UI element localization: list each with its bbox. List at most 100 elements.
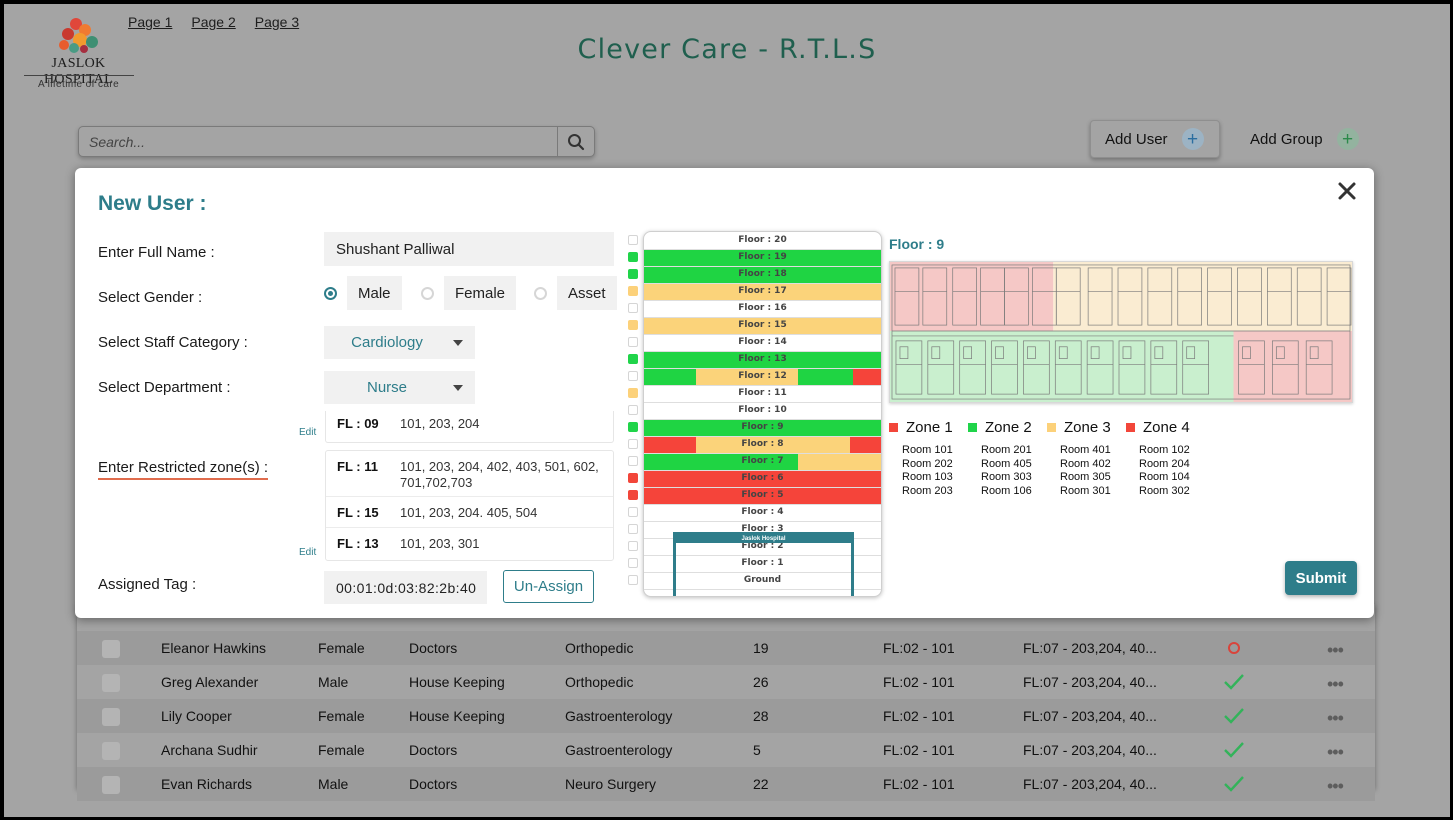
cell-loc: FL:02 - 101	[883, 640, 955, 656]
floor-checkbox[interactable]	[628, 575, 638, 585]
zone-entry-first: FL : 09 101, 203, 204	[325, 411, 614, 443]
table-row[interactable]: Greg Alexander Male House Keeping Orthopedi…	[77, 665, 1375, 699]
floor-label: Floor : 16	[738, 303, 787, 313]
cell-loc: FL:02 - 101	[883, 708, 955, 724]
floor-row[interactable]: Floor : 15	[644, 318, 881, 335]
edit-zone-link[interactable]: Edit	[299, 427, 316, 438]
row-checkbox[interactable]	[102, 742, 120, 760]
nav-page-1[interactable]: Page 1	[128, 14, 172, 30]
unassign-button[interactable]: Un-Assign	[503, 570, 594, 603]
zone-1-legend: Zone 1	[889, 419, 953, 436]
floor-checkbox[interactable]	[628, 371, 638, 381]
floor-checkbox[interactable]	[628, 524, 638, 534]
floor-row[interactable]: Floor : 9	[644, 420, 881, 437]
building-entrance: Jaslok Hospital	[673, 532, 854, 596]
room-item: Room 305	[1060, 471, 1111, 483]
cell-gender: Female	[318, 742, 365, 758]
gender-option-asset[interactable]: Asset	[534, 276, 617, 310]
more-options-icon[interactable]: •••	[1327, 640, 1344, 661]
radio-icon[interactable]	[534, 286, 547, 300]
floor-checkbox[interactable]	[628, 507, 638, 517]
checkmark-icon	[1224, 776, 1244, 792]
department-select[interactable]: Nurse	[324, 371, 475, 404]
floor-checkbox[interactable]	[628, 439, 638, 449]
floor-row[interactable]: Floor : 18	[644, 267, 881, 284]
floor-checkbox[interactable]	[628, 473, 638, 483]
floor-checkbox[interactable]	[628, 405, 638, 415]
floor-row[interactable]: Floor : 20	[644, 233, 881, 250]
floor-checkbox[interactable]	[628, 490, 638, 500]
radio-icon[interactable]	[421, 286, 434, 300]
floor-row[interactable]: Floor : 8	[644, 437, 881, 454]
floor-row[interactable]: Floor : 14	[644, 335, 881, 352]
users-table: Eleanor Hawkins Female Doctors Orthopedic 19…	[77, 604, 1375, 801]
floor-row[interactable]: Floor : 7	[644, 454, 881, 471]
more-options-icon[interactable]: •••	[1327, 742, 1344, 763]
search-button[interactable]	[557, 127, 594, 156]
more-options-icon[interactable]: •••	[1327, 776, 1344, 797]
floor-checkbox[interactable]	[628, 269, 638, 279]
row-checkbox[interactable]	[102, 640, 120, 658]
floor-row[interactable]: Floor : 19	[644, 250, 881, 267]
row-checkbox[interactable]	[102, 776, 120, 794]
zone-row: FL : 15 101, 203, 204. 405, 504	[326, 497, 613, 528]
more-options-icon[interactable]: •••	[1327, 674, 1344, 695]
floor-checkbox[interactable]	[628, 235, 638, 245]
add-user-button[interactable]: Add User +	[1090, 120, 1220, 158]
gender-option-male[interactable]: Male	[324, 276, 402, 310]
staff-category-select[interactable]: Cardiology	[324, 326, 475, 359]
search-input[interactable]	[79, 127, 557, 156]
table-row[interactable]: Eleanor Hawkins Female Doctors Orthopedic 19…	[77, 631, 1375, 665]
edit-zone-link[interactable]: Edit	[299, 547, 316, 558]
gender-label: Select Gender :	[98, 289, 203, 306]
table-row[interactable]: Archana Sudhir Female Doctors Gastroenterol…	[77, 733, 1375, 767]
floor-checkbox[interactable]	[628, 252, 638, 262]
zone-3-legend: Zone 3	[1047, 419, 1111, 436]
floor-checkbox[interactable]	[628, 286, 638, 296]
floor-checkbox[interactable]	[628, 422, 638, 432]
new-user-modal: New User : Enter Full Name : Select Gend…	[75, 168, 1374, 618]
floor-row[interactable]: Floor : 16	[644, 301, 881, 318]
cell-dept: Gastroenterology	[565, 708, 673, 724]
room-item: Room 101	[902, 444, 953, 456]
floor-label: Floor : 15	[738, 320, 787, 330]
gender-option-female[interactable]: Female	[421, 276, 517, 310]
room-item: Room 106	[981, 484, 1032, 497]
floor-row[interactable]: Floor : 6	[644, 471, 881, 488]
nav-page-2[interactable]: Page 2	[191, 14, 235, 30]
table-row[interactable]: Lily Cooper Female House Keeping Gastroente…	[77, 699, 1375, 733]
row-checkbox[interactable]	[102, 708, 120, 726]
table-row[interactable]: Evan Richards Male Doctors Neuro Surgery 22 F…	[77, 767, 1375, 801]
add-group-button[interactable]: Add Group +	[1250, 120, 1359, 158]
submit-button[interactable]: Submit	[1285, 561, 1357, 595]
floor-label: Floor : 5	[741, 490, 784, 500]
full-name-input[interactable]	[324, 232, 614, 266]
cell-num: 28	[753, 708, 769, 724]
floor-checkbox[interactable]	[628, 303, 638, 313]
floor-row[interactable]: Floor : 12	[644, 369, 881, 386]
floor-checkbox[interactable]	[628, 320, 638, 330]
zone-row: FL : 09 101, 203, 204	[326, 411, 613, 443]
floor-plan-map[interactable]	[889, 261, 1353, 403]
cell-num: 22	[753, 776, 769, 792]
nav-page-3[interactable]: Page 3	[255, 14, 299, 30]
floor-checkbox[interactable]	[628, 337, 638, 347]
floor-label: Floor : 9	[741, 422, 784, 432]
floor-row[interactable]: Floor : 11	[644, 386, 881, 403]
floor-checkbox[interactable]	[628, 388, 638, 398]
floor-checkbox[interactable]	[628, 354, 638, 364]
floor-label: Floor : 8	[741, 439, 784, 449]
floor-row[interactable]: Floor : 4	[644, 505, 881, 522]
radio-selected-icon[interactable]	[324, 286, 337, 300]
row-checkbox[interactable]	[102, 674, 120, 692]
floor-row[interactable]: Floor : 13	[644, 352, 881, 369]
floor-row[interactable]: Floor : 10	[644, 403, 881, 420]
room-item: Room 204	[1139, 457, 1190, 470]
more-options-icon[interactable]: •••	[1327, 708, 1344, 729]
floor-row[interactable]: Floor : 5	[644, 488, 881, 505]
floor-checkbox[interactable]	[628, 456, 638, 466]
floor-checkbox[interactable]	[628, 558, 638, 568]
floor-checkbox[interactable]	[628, 541, 638, 551]
close-icon[interactable]	[1334, 178, 1360, 204]
floor-row[interactable]: Floor : 17	[644, 284, 881, 301]
